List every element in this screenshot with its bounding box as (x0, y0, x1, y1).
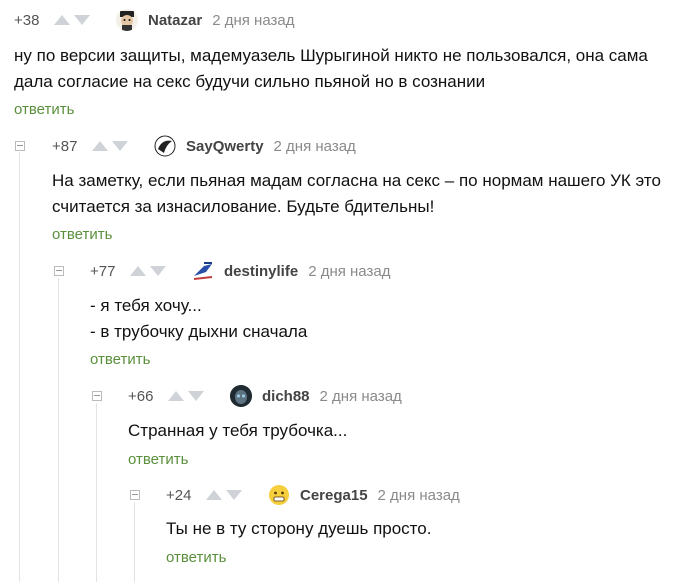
rating: +77 (90, 262, 116, 280)
comment-text: ну по версии защиты, мадемуазель Шурыгин… (14, 43, 648, 95)
collapse-minus-icon[interactable] (130, 490, 140, 500)
comment-line: На заметку, если пьяная мадам согласна н… (52, 171, 661, 190)
avatar-image (154, 135, 176, 157)
avatar-image (120, 11, 134, 31)
avatar[interactable] (154, 135, 176, 157)
thread-line (19, 152, 20, 582)
arrow-down-icon[interactable] (226, 490, 242, 500)
arrow-down-icon[interactable] (150, 266, 166, 276)
comment-line: дала согласие на секс будучи сильно пьян… (14, 72, 486, 91)
vote-controls (168, 391, 228, 401)
comment-line: Странная у тебя трубочка... (128, 421, 348, 440)
arrow-up-icon[interactable] (168, 391, 184, 401)
arrow-down-icon[interactable] (112, 141, 128, 151)
timestamp[interactable]: 2 дня назад (320, 388, 402, 405)
timestamp[interactable]: 2 дня назад (274, 138, 356, 155)
vote-controls (206, 490, 266, 500)
author-name[interactable]: Natazar (148, 12, 202, 29)
reply-link[interactable]: ответить (14, 101, 74, 118)
timestamp[interactable]: 2 дня назад (308, 263, 390, 280)
arrow-down-icon[interactable] (74, 15, 90, 25)
comment-text: - я тебя хочу... - в трубочку дыхни снач… (90, 293, 307, 345)
reply-link[interactable]: ответить (52, 226, 112, 243)
timestamp[interactable]: 2 дня назад (212, 12, 294, 29)
comment-header: +77 destinylife 2 дня назад (90, 260, 390, 282)
comment-line: считается за изнасилование. Будьте бдите… (52, 197, 435, 216)
avatar-image (230, 385, 252, 407)
comment-line: ну по версии защиты, мадемуазель Шурыгин… (14, 46, 648, 65)
rating: +24 (166, 486, 192, 504)
avatar[interactable] (192, 260, 214, 282)
reply-link[interactable]: ответить (90, 351, 150, 368)
avatar-image (194, 262, 212, 280)
rating: +66 (128, 387, 154, 405)
author-name[interactable]: destinylife (224, 263, 298, 280)
avatar[interactable] (116, 9, 138, 31)
comment-header: +87 SayQwerty 2 дня назад (52, 135, 356, 157)
timestamp[interactable]: 2 дня назад (378, 487, 460, 504)
comment-line: - в трубочку дыхни сначала (90, 322, 308, 341)
comment-line: Ты не в ту сторону дуешь просто. (166, 519, 432, 538)
arrow-up-icon[interactable] (206, 490, 222, 500)
comment-header: +38 Natazar 2 дня назад (14, 9, 294, 31)
arrow-down-icon[interactable] (188, 391, 204, 401)
collapse-minus-icon[interactable] (54, 266, 64, 276)
author-name[interactable]: SayQwerty (186, 138, 264, 155)
arrow-up-icon[interactable] (54, 15, 70, 25)
comment-line: - я тебя хочу... (90, 296, 202, 315)
vote-controls (92, 141, 152, 151)
vote-controls (130, 266, 190, 276)
arrow-up-icon[interactable] (92, 141, 108, 151)
arrow-up-icon[interactable] (130, 266, 146, 276)
thread-line (134, 502, 135, 582)
comment-header: +24 Cerega15 2 дня назад (166, 484, 460, 506)
reply-link[interactable]: ответить (166, 549, 226, 566)
avatar[interactable] (230, 385, 252, 407)
rating: +38 (14, 11, 40, 29)
thread-line (58, 278, 59, 582)
vote-controls (54, 15, 114, 25)
author-name[interactable]: dich88 (262, 388, 310, 405)
comment-text: На заметку, если пьяная мадам согласна н… (52, 168, 661, 220)
comment-text: Странная у тебя трубочка... (128, 418, 347, 444)
avatar[interactable] (268, 484, 290, 506)
thread-line (96, 403, 97, 582)
comment-header: +66 dich88 2 дня назад (128, 385, 402, 407)
author-name[interactable]: Cerega15 (300, 487, 368, 504)
collapse-minus-icon[interactable] (92, 391, 102, 401)
reply-link[interactable]: ответить (128, 451, 188, 468)
comment-text: Ты не в ту сторону дуешь просто. (166, 516, 431, 542)
rating: +87 (52, 137, 78, 155)
collapse-minus-icon[interactable] (15, 141, 25, 151)
avatar-image (269, 485, 289, 505)
